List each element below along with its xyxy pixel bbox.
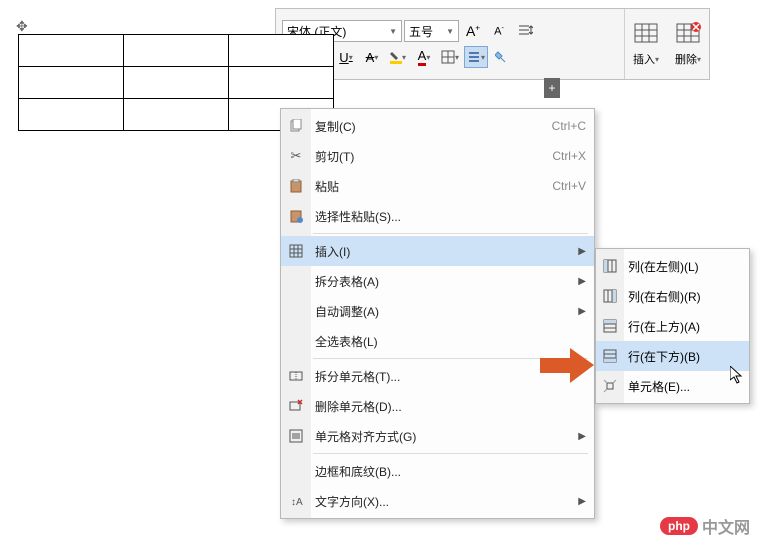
- insert-table-icon: [632, 21, 660, 49]
- chevron-down-icon: ▼: [446, 27, 454, 36]
- align-button[interactable]: ▾: [464, 46, 488, 68]
- font-size-value: 五号: [409, 23, 433, 40]
- row-above-icon: [601, 317, 619, 335]
- table-row: [19, 67, 334, 99]
- cell-icon: [601, 377, 619, 395]
- delete-button-label: 删除: [675, 51, 697, 67]
- insert-button[interactable]: 插入▾: [625, 9, 667, 79]
- menu-autofit[interactable]: 自动调整(A) ▶: [281, 296, 594, 326]
- chevron-down-icon: ▼: [389, 27, 397, 36]
- align-icon: [467, 50, 481, 64]
- decrease-font-button[interactable]: A-: [487, 20, 511, 42]
- chevron-down-icon: ▾: [655, 55, 659, 64]
- paste-special-icon: [287, 207, 305, 225]
- chevron-down-icon: ▾: [426, 53, 430, 62]
- cell-align-icon: [287, 427, 305, 445]
- chevron-down-icon: ▾: [455, 53, 459, 62]
- table-move-handle-icon[interactable]: ✥: [16, 18, 32, 34]
- submenu-arrow-icon: ▶: [578, 431, 586, 442]
- menu-split-table[interactable]: 拆分表格(A) ▶: [281, 266, 594, 296]
- menu-separator: [313, 233, 588, 234]
- submenu-arrow-icon: ▶: [578, 306, 586, 317]
- table-border-button[interactable]: ▾: [438, 46, 462, 68]
- menu-copy[interactable]: 复制(C) Ctrl+C: [281, 111, 594, 141]
- highlight-icon: [390, 50, 402, 64]
- mouse-cursor-icon: [730, 366, 746, 391]
- menu-cell-align[interactable]: 单元格对齐方式(G) ▶: [281, 421, 594, 451]
- submenu-row-above[interactable]: 行(在上方)(A): [596, 311, 749, 341]
- submenu-row-below[interactable]: 行(在下方)(B): [596, 341, 749, 371]
- submenu-arrow-icon: ▶: [578, 276, 586, 287]
- underline-button[interactable]: U▾: [334, 46, 358, 68]
- col-left-icon: [601, 257, 619, 275]
- submenu-arrow-icon: ▶: [578, 496, 586, 507]
- insert-icon: [287, 242, 305, 260]
- font-color-button[interactable]: A ▾: [412, 46, 436, 68]
- callout-arrow-icon: [540, 348, 595, 383]
- context-menu: 复制(C) Ctrl+C ✂ 剪切(T) Ctrl+X 粘贴 Ctrl+V 选择…: [280, 108, 595, 519]
- delete-cells-icon: [287, 397, 305, 415]
- submenu-cell[interactable]: 单元格(E)...: [596, 371, 749, 401]
- submenu-col-right[interactable]: 列(在右侧)(R): [596, 281, 749, 311]
- mini-toolbar: 宋体 (正文) ▼ 五号 ▼ A+ A- B I U▾ A▾ ▾ A: [275, 8, 710, 80]
- copy-icon: [287, 117, 305, 135]
- format-painter-button[interactable]: [490, 46, 514, 68]
- menu-borders[interactable]: 边框和底纹(B)...: [281, 456, 594, 486]
- split-cells-icon: [287, 367, 305, 385]
- row-below-icon: [601, 347, 619, 365]
- chevron-down-icon: ▾: [697, 55, 701, 64]
- chevron-down-icon: ▾: [349, 53, 353, 62]
- font-size-select[interactable]: 五号 ▼: [404, 20, 459, 42]
- menu-separator: [313, 453, 588, 454]
- line-spacing-icon: [517, 23, 533, 39]
- insert-button-label: 插入: [633, 51, 655, 67]
- strikethrough-button[interactable]: A▾: [360, 46, 384, 68]
- submenu-col-left[interactable]: 列(在左侧)(L): [596, 251, 749, 281]
- highlight-button[interactable]: ▾: [386, 46, 410, 68]
- chevron-down-icon: ▾: [402, 53, 406, 62]
- menu-paste-special[interactable]: 选择性粘贴(S)...: [281, 201, 594, 231]
- svg-text:↕A: ↕A: [291, 497, 303, 508]
- delete-button[interactable]: 删除▾: [667, 9, 709, 79]
- text-direction-icon: ↕A: [287, 492, 305, 510]
- chevron-down-icon: ▾: [374, 53, 378, 62]
- watermark: php 中文网: [660, 514, 750, 538]
- submenu-arrow-icon: ▶: [578, 246, 586, 257]
- menu-text-direction[interactable]: ↕A 文字方向(X)... ▶: [281, 486, 594, 516]
- increase-font-button[interactable]: A+: [461, 20, 485, 42]
- watermark-badge: php: [660, 517, 698, 535]
- chevron-down-icon: ▾: [481, 53, 485, 62]
- line-spacing-button[interactable]: [513, 20, 537, 42]
- paste-icon: [287, 177, 305, 195]
- brush-icon: [495, 50, 509, 64]
- insert-submenu: 列(在左侧)(L) 列(在右侧)(R) 行(在上方)(A) 行(在下方)(B) …: [595, 248, 750, 404]
- menu-paste[interactable]: 粘贴 Ctrl+V: [281, 171, 594, 201]
- add-column-handle[interactable]: +: [544, 78, 560, 98]
- menu-cut[interactable]: ✂ 剪切(T) Ctrl+X: [281, 141, 594, 171]
- watermark-text: 中文网: [702, 514, 750, 538]
- grid-icon: [441, 50, 455, 64]
- delete-table-icon: [674, 21, 702, 49]
- menu-delete-cells[interactable]: 删除单元格(D)...: [281, 391, 594, 421]
- col-right-icon: [601, 287, 619, 305]
- table-row: [19, 35, 334, 67]
- cut-icon: ✂: [287, 147, 305, 165]
- menu-insert[interactable]: 插入(I) ▶: [281, 236, 594, 266]
